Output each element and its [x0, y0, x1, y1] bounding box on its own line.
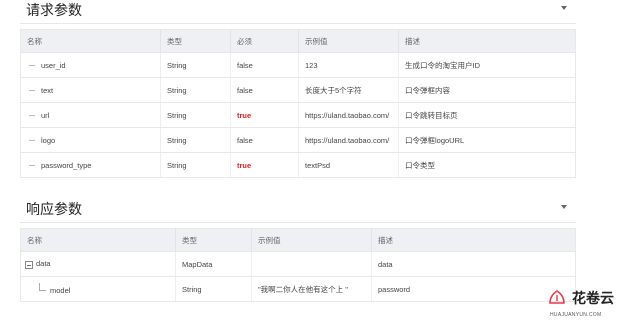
- param-type: String: [160, 152, 231, 178]
- param-type: String: [160, 77, 231, 103]
- tree-dash-icon: [29, 165, 35, 167]
- request-table-header-row: 名称 类型 必须 示例值 描述: [20, 29, 576, 53]
- param-example: [251, 251, 372, 277]
- param-name: text: [41, 85, 54, 95]
- param-type: String: [160, 127, 231, 153]
- request-section-title: 请求参数: [26, 3, 82, 19]
- param-required: false: [230, 52, 299, 78]
- param-name: user_id: [41, 60, 66, 70]
- request-section-header: 请求参数: [20, 0, 576, 24]
- param-type: String: [160, 102, 231, 128]
- param-name: model: [50, 286, 71, 295]
- response-collapse-caret-icon[interactable]: [560, 203, 570, 213]
- flower-logo-icon: [549, 290, 565, 304]
- watermark-subtext: HUAJUANYUN.COM: [550, 312, 602, 318]
- param-required: true: [230, 102, 299, 128]
- param-name-cell: model: [20, 276, 176, 302]
- param-type: String: [160, 52, 231, 78]
- param-name-cell: text: [20, 77, 161, 103]
- request-col-type: 类型: [160, 29, 231, 53]
- response-section-title: 响应参数: [26, 202, 82, 218]
- param-example: https://uland.taobao.com/: [298, 102, 399, 128]
- param-name-cell: data: [20, 251, 176, 277]
- param-name-cell: url: [20, 102, 161, 128]
- param-desc: data: [371, 251, 576, 277]
- table-row: logo String false https://uland.taobao.c…: [20, 127, 576, 153]
- watermark-text: 花卷云: [572, 291, 614, 307]
- response-params-table: 名称 类型 示例值 描述 data MapData data model Str…: [20, 228, 576, 302]
- response-col-name: 名称: [20, 228, 176, 252]
- param-name: logo: [41, 135, 56, 145]
- param-desc: 生成口令的淘宝用户ID: [398, 52, 576, 78]
- table-row: url String true https://uland.taobao.com…: [20, 102, 576, 128]
- table-row: password_type String true textPsd 口令类型: [20, 152, 576, 178]
- request-col-desc: 描述: [398, 29, 576, 53]
- param-name-cell: logo: [20, 127, 161, 153]
- param-example: 123: [298, 52, 399, 78]
- request-collapse-caret-icon[interactable]: [560, 4, 570, 14]
- param-name-cell: user_id: [20, 52, 161, 78]
- param-required: true: [230, 152, 299, 178]
- param-type: String: [175, 276, 252, 302]
- tree-dash-icon: [29, 90, 35, 92]
- response-col-example: 示例值: [251, 228, 372, 252]
- tree-dash-icon: [29, 115, 35, 117]
- tree-elbow-icon: [39, 283, 46, 291]
- response-col-type: 类型: [175, 228, 252, 252]
- request-col-example: 示例值: [298, 29, 399, 53]
- param-example: textPsd: [298, 152, 399, 178]
- response-table-header-row: 名称 类型 示例值 描述: [20, 228, 576, 252]
- response-col-desc: 描述: [371, 228, 576, 252]
- param-name: url: [41, 110, 50, 120]
- param-desc: 口令跳转目标页: [398, 102, 576, 128]
- tree-dash-icon: [29, 140, 35, 142]
- tree-dash-icon: [29, 65, 35, 67]
- param-example: "我啊二你人在他有这个上 ": [251, 276, 372, 302]
- param-desc: password: [371, 276, 576, 302]
- table-row: model String "我啊二你人在他有这个上 " password: [20, 276, 576, 302]
- param-required: false: [230, 127, 299, 153]
- response-section-header: 响应参数: [20, 199, 576, 223]
- collapse-minus-icon[interactable]: [25, 260, 33, 269]
- param-desc: 口令类型: [398, 152, 576, 178]
- param-name-cell: password_type: [20, 152, 161, 178]
- param-required: false: [230, 77, 299, 103]
- param-name: password_type: [41, 160, 92, 170]
- watermark-logo: 花卷云 HUAJUANYUN.COM: [548, 285, 614, 327]
- request-params-table: 名称 类型 必须 示例值 描述 user_id String false 123…: [20, 29, 576, 178]
- param-desc: 口令弹框logoURL: [398, 127, 576, 153]
- request-col-name: 名称: [20, 29, 161, 53]
- param-type: MapData: [175, 251, 252, 277]
- param-name: data: [36, 259, 51, 269]
- table-row: text String false 长度大于5个字符 口令弹框内容: [20, 77, 576, 103]
- param-example: https://uland.taobao.com/: [298, 127, 399, 153]
- request-col-required: 必须: [230, 29, 299, 53]
- table-row: data MapData data: [20, 251, 576, 277]
- table-row: user_id String false 123 生成口令的淘宝用户ID: [20, 52, 576, 78]
- param-desc: 口令弹框内容: [398, 77, 576, 103]
- param-example: 长度大于5个字符: [298, 77, 399, 103]
